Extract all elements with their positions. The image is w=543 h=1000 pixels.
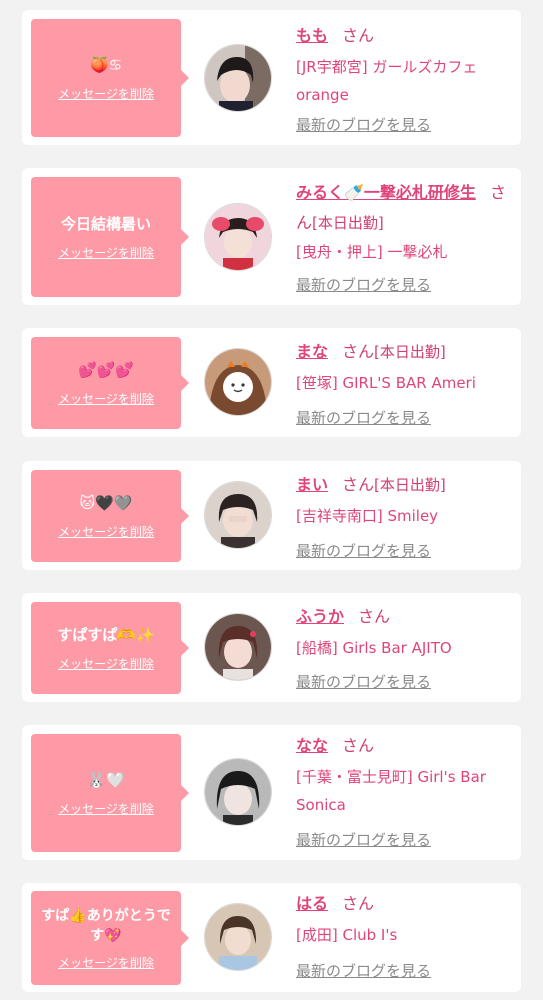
avatar[interactable] [204, 44, 272, 112]
message-bubble: 💕💕💕 メッセージを削除 [31, 337, 189, 429]
message-text: 🍑♋ [89, 56, 123, 74]
status-badge: [本日出勤] [374, 476, 446, 494]
message-list: 🍑♋ メッセージを削除 もも さん [JR宇都宮] ガールズカフェ orange … [0, 0, 543, 1000]
shop-name: [吉祥寺南口] Smiley [296, 507, 439, 525]
message-bubble: 🐰🤍 メッセージを削除 [31, 734, 189, 852]
message-text: すぱすぱ🫶✨ [57, 626, 155, 644]
delete-message-link[interactable]: メッセージを削除 [58, 244, 154, 261]
delete-message-link[interactable]: メッセージを削除 [58, 523, 154, 540]
message-info: はる さん [成田] Club I's [296, 890, 516, 949]
shop-name: [成田] Club I's [296, 926, 398, 944]
message-text: すぱ👍ありがとうです💖 [41, 907, 171, 944]
message-text: 🐱🖤🩶 [79, 494, 133, 512]
message-card: 🐱🖤🩶 メッセージを削除 まい さん[本日出勤] [吉祥寺南口] Smiley 最… [22, 461, 521, 570]
honorific: さん [342, 26, 375, 45]
message-bubble: すぱ👍ありがとうです💖 メッセージを削除 [31, 891, 189, 985]
sender-name-link[interactable]: もも [296, 26, 328, 45]
message-info: もも さん [JR宇都宮] ガールズカフェ orange [296, 22, 516, 109]
message-info: みるく🍼一撃必札研修生 さん[本日出勤] [曳舟・押上] 一撃必札 [296, 178, 516, 266]
shop-name: [船橋] Girls Bar AJITO [296, 639, 452, 657]
delete-message-link[interactable]: メッセージを削除 [58, 655, 154, 672]
message-card: 🍑♋ メッセージを削除 もも さん [JR宇都宮] ガールズカフェ orange … [22, 10, 521, 145]
avatar[interactable] [204, 348, 272, 416]
delete-message-link[interactable]: メッセージを削除 [58, 800, 154, 817]
avatar[interactable] [204, 481, 272, 549]
blog-link[interactable]: 最新のブログを見る [296, 114, 431, 135]
avatar[interactable] [204, 613, 272, 681]
message-bubble: 🍑♋ メッセージを削除 [31, 19, 189, 137]
blog-link[interactable]: 最新のブログを見る [296, 960, 431, 981]
message-info: まい さん[本日出勤] [吉祥寺南口] Smiley [296, 471, 516, 530]
avatar[interactable] [204, 758, 272, 826]
message-card: すぱ👍ありがとうです💖 メッセージを削除 はる さん [成田] Club I's … [22, 883, 521, 992]
delete-message-link[interactable]: メッセージを削除 [58, 85, 154, 102]
message-bubble: すぱすぱ🫶✨ メッセージを削除 [31, 602, 189, 694]
shop-name: [曳舟・押上] 一撃必札 [296, 243, 448, 261]
blog-link[interactable]: 最新のブログを見る [296, 540, 431, 561]
shop-name: [笹塚] GIRL'S BAR Ameri [296, 374, 476, 392]
blog-link[interactable]: 最新のブログを見る [296, 274, 431, 295]
message-bubble: 今日結構暑い メッセージを削除 [31, 177, 189, 297]
blog-link[interactable]: 最新のブログを見る [296, 671, 431, 692]
message-text: 🐰🤍 [87, 771, 125, 789]
honorific: さん [342, 736, 375, 755]
delete-message-link[interactable]: メッセージを削除 [58, 954, 154, 971]
avatar[interactable] [204, 903, 272, 971]
honorific: さん [342, 475, 375, 494]
honorific: さん [342, 342, 375, 361]
sender-name-link[interactable]: まな [296, 342, 328, 361]
message-info: まな さん[本日出勤] [笹塚] GIRL'S BAR Ameri [296, 338, 516, 397]
message-bubble: 🐱🖤🩶 メッセージを削除 [31, 470, 189, 562]
status-badge: [本日出勤] [312, 214, 384, 232]
avatar[interactable] [204, 203, 272, 271]
message-card: 🐰🤍 メッセージを削除 なな さん [千葉・富士見町] Girl's Bar So… [22, 725, 521, 860]
message-info: ふうか さん [船橋] Girls Bar AJITO [296, 603, 516, 662]
blog-link[interactable]: 最新のブログを見る [296, 829, 431, 850]
message-info: なな さん [千葉・富士見町] Girl's Bar Sonica [296, 732, 516, 819]
sender-name-link[interactable]: なな [296, 736, 328, 755]
honorific: さん [358, 607, 391, 626]
honorific: さん [342, 894, 375, 913]
message-card: 💕💕💕 メッセージを削除 まな さん[本日出勤] [笹塚] GIRL'S BAR … [22, 328, 521, 437]
shop-name: [千葉・富士見町] Girl's Bar Sonica [296, 768, 486, 814]
sender-name-link[interactable]: はる [296, 894, 328, 913]
message-text: 💕💕💕 [77, 361, 135, 379]
sender-name-link[interactable]: みるく🍼一撃必札研修生 [296, 183, 476, 202]
status-badge: [本日出勤] [374, 343, 446, 361]
message-text: 今日結構暑い [60, 215, 151, 233]
delete-message-link[interactable]: メッセージを削除 [58, 390, 154, 407]
sender-name-link[interactable]: ふうか [296, 607, 344, 626]
blog-link[interactable]: 最新のブログを見る [296, 407, 431, 428]
message-card: すぱすぱ🫶✨ メッセージを削除 ふうか さん [船橋] Girls Bar AJI… [22, 593, 521, 702]
message-card: 今日結構暑い メッセージを削除 みるく🍼一撃必札研修生 さん[本日出勤] [曳舟・… [22, 168, 521, 305]
shop-name: [JR宇都宮] ガールズカフェ orange [296, 58, 478, 104]
sender-name-link[interactable]: まい [296, 475, 328, 494]
